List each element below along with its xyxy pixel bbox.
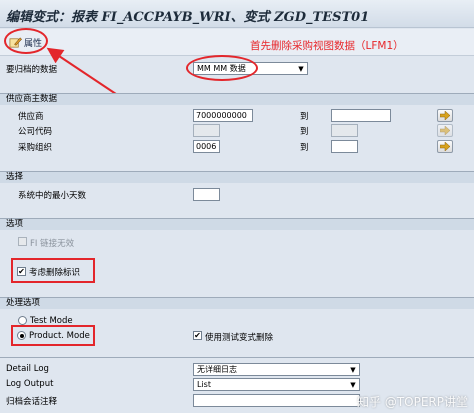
radio-selected-dot [19, 333, 24, 338]
consider-deletion-flag-checkbox[interactable]: ✔ [17, 267, 26, 276]
production-mode-radio[interactable] [17, 331, 26, 340]
vendor-from-input[interactable]: 7000000000 [193, 109, 253, 122]
chevron-down-icon: ▼ [298, 64, 304, 73]
log-output-value: List [197, 380, 211, 389]
options-section-header: 选项 [0, 218, 474, 230]
data-to-archive-label: 要归档的数据 [6, 65, 58, 75]
detail-log-select[interactable]: 无详细日志 ▼ [193, 363, 360, 376]
test-mode-radio[interactable] [18, 316, 27, 325]
vendor-multiple-selection-button[interactable] [437, 109, 453, 122]
arrow-right-icon [440, 126, 450, 135]
purchasing-org-to-label: 到 [300, 143, 309, 153]
min-days-label: 系统中的最小天数 [18, 191, 87, 201]
purchasing-org-label: 采购组织 [18, 143, 53, 153]
checkmark-icon: ✔ [18, 266, 25, 276]
fi-link-invalid-label: FI 链接无效 [30, 239, 75, 249]
checkmark-icon: ✔ [194, 330, 201, 340]
detail-log-label: Detail Log [6, 364, 49, 374]
arrow-right-icon [440, 142, 450, 151]
divider [0, 357, 474, 358]
archive-note-input[interactable] [193, 394, 360, 407]
company-code-to-input[interactable] [331, 124, 358, 137]
purchasing-org-multiple-selection-button[interactable] [437, 140, 453, 153]
use-test-variant-delete-checkbox[interactable]: ✔ [193, 331, 202, 340]
log-output-label: Log Output [6, 379, 54, 389]
chevron-down-icon: ▼ [350, 365, 356, 374]
vendor-master-section-header: 供应商主数据 [0, 93, 474, 105]
selection-section-header: 选择 [0, 171, 474, 183]
processing-options-section-header: 处理选项 [0, 297, 474, 309]
archive-note-label: 归档会话注释 [6, 397, 58, 407]
chevron-down-icon: ▼ [350, 380, 356, 389]
min-days-input[interactable] [193, 188, 220, 201]
consider-deletion-flag-label: 考虑删除标识 [29, 268, 81, 278]
purchasing-org-to-input[interactable] [331, 140, 358, 153]
company-code-to-label: 到 [300, 127, 309, 137]
watermark: 知乎 @TOPERP讲堂 [357, 395, 468, 409]
vendor-label: 供应商 [18, 112, 44, 122]
production-mode-label: Product. Mode [29, 331, 90, 341]
company-code-from-input[interactable] [193, 124, 220, 137]
data-to-archive-highlight [186, 55, 258, 81]
vendor-to-label: 到 [300, 112, 309, 122]
arrow-right-icon [440, 111, 450, 120]
fi-link-invalid-checkbox[interactable] [18, 237, 27, 246]
log-output-select[interactable]: List ▼ [193, 378, 360, 391]
detail-log-value: 无详细日志 [197, 365, 237, 374]
purchasing-org-from-input[interactable]: 0006 [193, 140, 220, 153]
company-code-multiple-selection-button[interactable] [437, 124, 453, 137]
vendor-to-input[interactable] [331, 109, 391, 122]
company-code-label: 公司代码 [18, 127, 53, 137]
use-test-variant-delete-label: 使用测试变式删除 [205, 333, 274, 343]
